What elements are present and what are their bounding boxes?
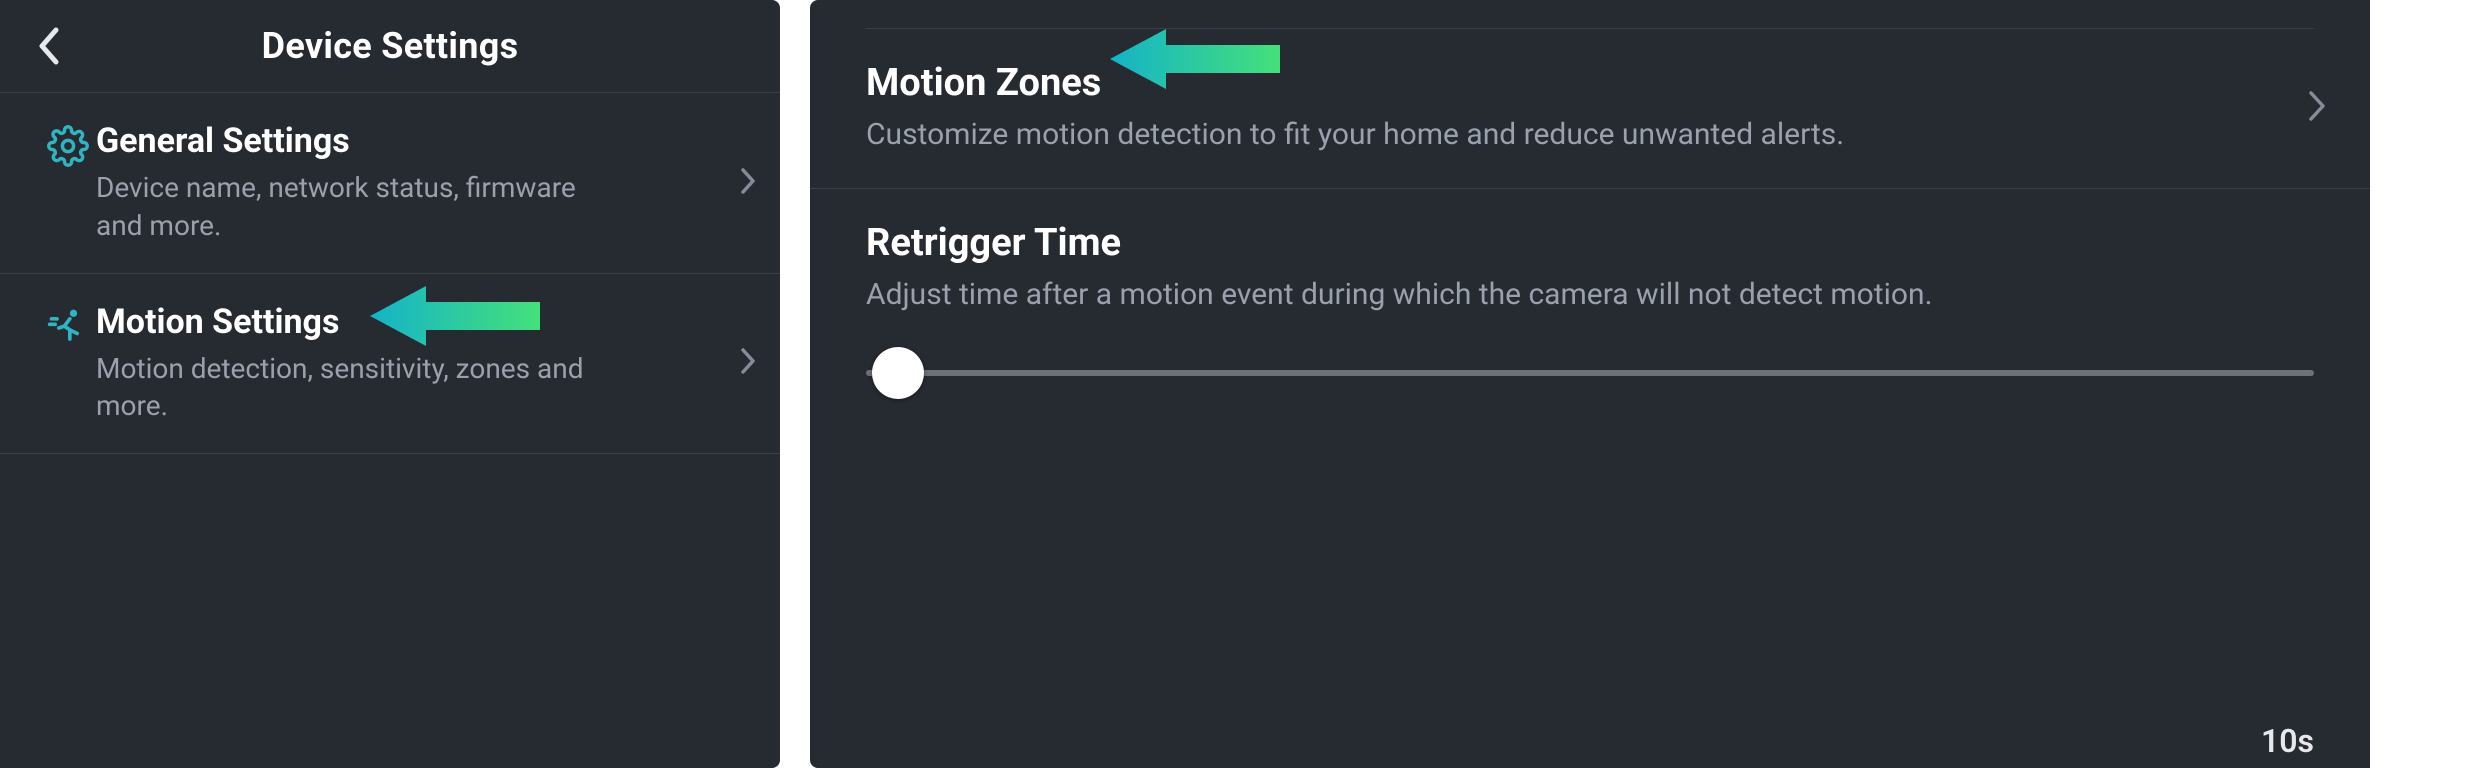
divider — [866, 0, 2314, 29]
row-subtitle: Adjust time after a motion event during … — [866, 275, 2186, 316]
row-title: General Settings — [96, 121, 728, 161]
retrigger-slider[interactable] — [866, 347, 2314, 399]
page-title: Device Settings — [0, 25, 780, 67]
row-title: Motion Zones — [866, 61, 2314, 105]
running-icon — [40, 306, 96, 350]
row-retrigger-time: Retrigger Time Adjust time after a motio… — [810, 188, 2370, 470]
row-motion-zones[interactable]: Motion Zones Customize motion detection … — [810, 29, 2370, 188]
retrigger-value: 10s — [2261, 722, 2314, 760]
row-text: Motion Settings Motion detection, sensit… — [96, 302, 728, 426]
chevron-left-icon — [36, 26, 60, 66]
slider-thumb[interactable] — [872, 347, 924, 399]
row-text: General Settings Device name, network st… — [96, 121, 728, 245]
slider-track — [866, 370, 2314, 376]
row-title: Motion Settings — [96, 302, 728, 342]
device-settings-pane: Device Settings General Settings Device … — [0, 0, 780, 768]
settings-list: Motion Zones Customize motion detection … — [810, 0, 2370, 469]
back-button[interactable] — [24, 22, 72, 70]
gear-icon — [40, 125, 96, 167]
chevron-right-icon — [740, 347, 756, 379]
row-motion-settings[interactable]: Motion Settings Motion detection, sensit… — [0, 274, 780, 455]
chevron-right-icon — [740, 167, 756, 199]
header-bar: Device Settings — [0, 0, 780, 93]
motion-settings-pane: Motion Zones Customize motion detection … — [810, 0, 2370, 768]
row-subtitle: Motion detection, sensitivity, zones and… — [96, 350, 616, 426]
row-subtitle: Customize motion detection to fit your h… — [866, 115, 2186, 156]
row-general-settings[interactable]: General Settings Device name, network st… — [0, 93, 780, 274]
row-title: Retrigger Time — [866, 221, 2314, 265]
row-subtitle: Device name, network status, firmware an… — [96, 169, 616, 245]
chevron-right-icon — [2308, 90, 2326, 126]
